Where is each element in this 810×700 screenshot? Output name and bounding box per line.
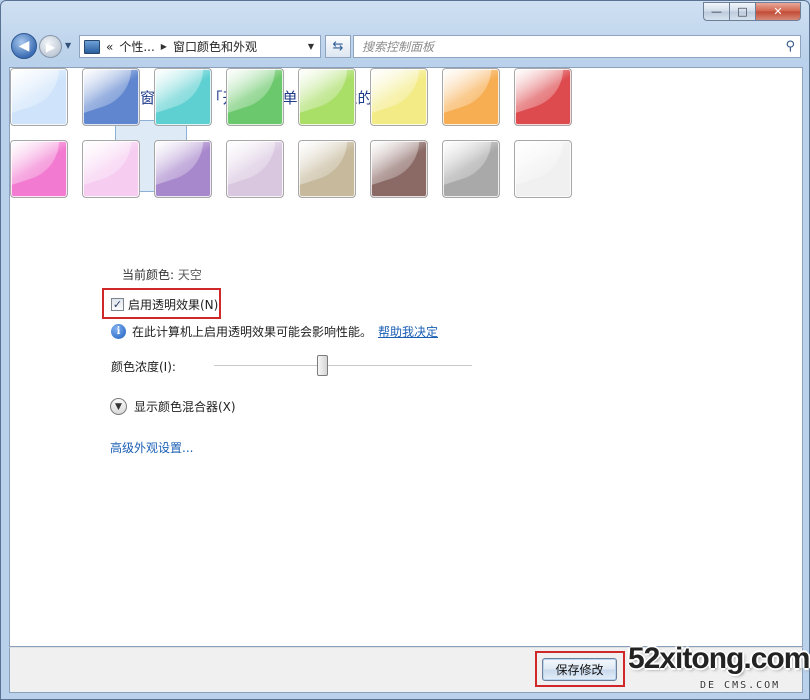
color-swatch-chocolate[interactable]	[370, 140, 428, 198]
color-mixer-label[interactable]: 显示颜色混合器(X)	[134, 398, 236, 415]
color-swatch-taupe[interactable]	[298, 140, 356, 198]
color-swatch-fuchsia[interactable]	[10, 140, 68, 198]
maximize-button[interactable]: □	[730, 2, 756, 21]
content-pane: 更改窗口边框、「开始」菜单和任务栏的颜色 当前颜色: 天空 ✓ 启用透明效果(N…	[9, 67, 803, 647]
color-swatch-leaf[interactable]	[226, 68, 284, 126]
caption-buttons: — □ ✕	[703, 2, 801, 21]
color-swatch-pumpkin[interactable]	[442, 68, 500, 126]
performance-info: i 在此计算机上启用透明效果可能会影响性能。 帮助我决定	[111, 323, 438, 340]
color-swatch-lime[interactable]	[298, 68, 356, 126]
intensity-slider-thumb[interactable]	[316, 355, 328, 376]
chevron-down-icon[interactable]: ▼	[110, 398, 127, 415]
current-color: 当前颜色: 天空	[122, 266, 202, 283]
color-swatch-slate[interactable]	[442, 140, 500, 198]
color-swatch-ruby[interactable]	[514, 68, 572, 126]
window-frame: — □ ✕ ◀ ▶ ▼ « 个性... ▶ 窗口颜色和外观 ▼ ⇆ ⚲ 更改窗口…	[0, 0, 810, 700]
color-swatch-sky[interactable]	[10, 68, 68, 126]
search-input[interactable]	[362, 39, 762, 54]
minimize-button[interactable]: —	[703, 2, 730, 21]
address-bar[interactable]: « 个性... ▶ 窗口颜色和外观 ▼	[79, 35, 321, 58]
color-swatch-frost[interactable]	[514, 140, 572, 198]
search-icon[interactable]: ⚲	[785, 39, 795, 54]
search-box: ⚲	[353, 35, 801, 58]
info-icon: i	[111, 324, 126, 339]
arrow-right-icon: ▶	[45, 39, 56, 54]
refresh-button[interactable]: ⇆	[325, 35, 351, 58]
intensity-label: 颜色浓度(I):	[111, 360, 176, 374]
breadcrumb-overflow[interactable]: «	[106, 40, 113, 54]
control-panel-icon	[84, 39, 100, 54]
color-swatch-violet[interactable]	[154, 140, 212, 198]
color-swatch-blush[interactable]	[82, 140, 140, 198]
breadcrumb-arrow-icon[interactable]: ▶	[161, 42, 167, 51]
close-button[interactable]: ✕	[756, 2, 801, 21]
advanced-appearance-link[interactable]: 高级外观设置...	[110, 439, 193, 456]
refresh-icon: ⇆	[332, 39, 344, 54]
color-swatch-lemon[interactable]	[370, 68, 428, 126]
intensity-slider[interactable]	[214, 365, 472, 367]
forward-button[interactable]: ▶	[39, 35, 62, 58]
back-button[interactable]: ◀	[11, 33, 37, 59]
color-swatch-twilight[interactable]	[82, 68, 140, 126]
current-color-value: 天空	[177, 268, 202, 282]
breadcrumb-personalization[interactable]: 个性...	[119, 38, 154, 55]
chevron-down-icon[interactable]: ▼	[308, 42, 314, 51]
navigation-bar: ◀ ▶ ▼ « 个性... ▶ 窗口颜色和外观 ▼ ⇆ ⚲	[9, 33, 801, 61]
help-me-decide-link[interactable]: 帮助我决定	[378, 323, 438, 340]
current-color-label: 当前颜色:	[122, 268, 175, 282]
save-changes-button[interactable]: 保存修改	[542, 658, 617, 681]
color-mixer-toggle[interactable]: ▼ 显示颜色混合器(X)	[110, 398, 236, 415]
watermark-subtext: DE CMS.COM	[700, 680, 781, 691]
transparency-checkbox[interactable]: ✓	[111, 298, 124, 311]
arrow-left-icon: ◀	[18, 38, 30, 54]
transparency-option[interactable]: ✓ 启用透明效果(N)	[111, 296, 218, 313]
performance-info-text: 在此计算机上启用透明效果可能会影响性能。	[132, 325, 373, 339]
transparency-label[interactable]: 启用透明效果(N)	[128, 296, 218, 313]
recent-pages-dropdown[interactable]: ▼	[65, 41, 71, 50]
color-swatch-lavender[interactable]	[226, 140, 284, 198]
breadcrumb-window-color[interactable]: 窗口颜色和外观	[173, 38, 257, 55]
color-swatch-sea[interactable]	[154, 68, 212, 126]
checkmark-icon: ✓	[112, 298, 123, 311]
watermark-logo: 52xitong.com	[628, 642, 810, 675]
